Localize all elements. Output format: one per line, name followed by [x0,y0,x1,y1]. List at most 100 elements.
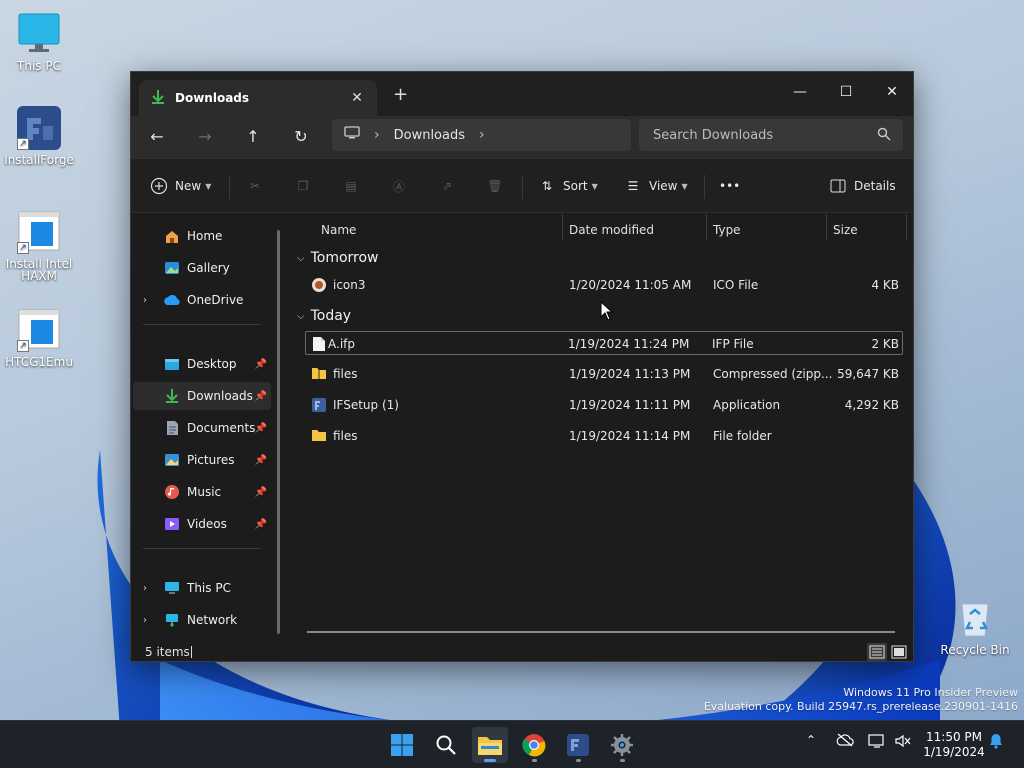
installforge-icon [567,734,589,756]
desktop-icon-htcg1emu[interactable]: ↗ HTCG1Emu [1,308,77,368]
title-bar: Downloads ✕ + — ☐ ✕ [131,72,913,116]
rename-button[interactable]: Ⓐ [389,173,415,199]
minimize-button[interactable]: — [777,78,823,106]
search-button[interactable] [428,727,464,763]
paste-button[interactable]: ▤ [341,173,367,199]
column-divider[interactable] [562,214,563,240]
sidebar-scrollbar[interactable] [277,230,280,634]
taskbar-settings[interactable] [604,727,640,763]
column-header-type[interactable]: Type [713,218,741,242]
desktop-icon-install-intel-haxm[interactable]: ↗ Install Intel HAXM [1,210,77,282]
desktop-icon-this-pc[interactable]: This PC [1,12,77,72]
table-row-files-zip[interactable]: files 1/19/2024 11:13 PM Compressed (zip… [305,362,903,386]
desktop-icon-label: Recycle Bin [940,643,1010,657]
details-pane-button[interactable]: Details [828,173,896,199]
folder-icon [311,428,327,444]
volume-muted-icon[interactable] [894,733,912,752]
pin-icon[interactable]: 📌 [255,455,267,466]
sidebar-item-music[interactable]: Music 📌 [133,478,271,506]
details-label: Details [854,179,896,193]
file-list: Name Date modified Type Size ⌵ Tomorrow … [289,214,913,641]
more-options-button[interactable]: ••• [719,173,740,199]
maximize-button[interactable]: ☐ [823,78,869,106]
desktop-icon-installforge[interactable]: ↗ InstallForge [1,106,77,166]
table-row-ifsetup[interactable]: IFSetup (1) 1/19/2024 11:11 PM Applicati… [305,393,903,417]
pin-icon[interactable]: 📌 [255,359,267,370]
sidebar-item-network[interactable]: › Network [133,606,271,634]
close-button[interactable]: ✕ [869,78,913,106]
taskbar-file-explorer[interactable] [472,727,508,763]
sidebar-item-this-pc[interactable]: › This PC [133,574,271,602]
column-header-date-modified[interactable]: Date modified [569,218,654,242]
taskbar-installforge[interactable] [560,727,596,763]
cloud-offline-icon[interactable] [836,733,854,750]
details-view-button[interactable] [867,643,887,661]
details-view-icon [869,645,885,659]
running-indicator [576,759,581,762]
pin-icon[interactable]: 📌 [255,519,267,530]
sidebar-item-videos[interactable]: Videos 📌 [133,510,271,538]
table-row-icon3[interactable]: icon3 1/20/2024 11:05 AM ICO File 4 KB [305,273,903,297]
chevron-right-icon[interactable]: › [143,583,147,594]
tab-close-button[interactable]: ✕ [345,90,369,106]
file-date: 1/20/2024 11:05 AM [569,278,692,292]
network-status-icon[interactable] [868,733,886,752]
taskbar-chrome[interactable] [516,727,552,763]
show-hidden-icons-button[interactable]: ⌃ [806,733,816,747]
forward-button[interactable]: → [191,125,219,149]
refresh-button[interactable]: ↻ [287,125,315,149]
search-placeholder: Search Downloads [653,127,774,143]
notification-bell-icon[interactable] [988,733,1004,752]
share-button[interactable]: ⇗ [437,173,463,199]
chevron-right-icon[interactable]: › [143,615,147,626]
item-count: 5 items [145,645,190,659]
sidebar-item-onedrive[interactable]: › OneDrive [133,286,271,314]
videos-icon [163,516,181,532]
start-button[interactable] [384,727,420,763]
address-bar[interactable]: › Downloads › [332,119,631,151]
sidebar-item-gallery[interactable]: Gallery [133,254,271,282]
column-divider[interactable] [826,214,827,240]
column-divider[interactable] [906,214,907,240]
copy-button[interactable]: ❐ [293,173,319,199]
new-tab-button[interactable]: + [393,84,408,105]
taskbar-clock[interactable]: 11:50 PM 1/19/2024 [918,730,990,760]
table-row-files-folder[interactable]: files 1/19/2024 11:14 PM File folder [305,424,903,448]
column-header-name[interactable]: Name [321,218,356,242]
evaluation-watermark: Windows 11 Pro Insider Preview Evaluatio… [704,686,1018,714]
pin-icon[interactable]: 📌 [255,423,267,434]
sort-button[interactable]: ⇅ Sort ▼ [537,173,598,199]
pin-icon[interactable]: 📌 [255,391,267,402]
delete-button[interactable]: 🗑 [485,173,511,199]
cut-button[interactable]: ✂ [245,173,271,199]
chevron-right-icon[interactable]: › [143,295,147,306]
sidebar-item-downloads[interactable]: Downloads 📌 [133,382,271,410]
group-header-today[interactable]: ⌵ Today [297,308,351,324]
up-button[interactable]: ↑ [239,125,267,149]
search-box[interactable]: Search Downloads [639,119,903,151]
new-button[interactable]: New ▼ [149,173,211,199]
group-header-tomorrow[interactable]: ⌵ Tomorrow [297,250,379,266]
tab-downloads[interactable]: Downloads ✕ [139,80,377,116]
file-date: 1/19/2024 11:11 PM [569,398,691,412]
tiles-view-button[interactable] [889,643,909,661]
column-divider[interactable] [706,214,707,240]
file-name: files [333,367,358,381]
chevron-right-icon[interactable]: › [479,127,485,143]
copy-icon: ❐ [297,179,309,193]
back-button[interactable]: ← [143,125,171,149]
horizontal-scrollbar[interactable] [307,631,895,633]
sidebar-item-home[interactable]: Home [133,222,271,250]
sidebar-item-documents[interactable]: Documents 📌 [133,414,271,442]
column-header-size[interactable]: Size [833,218,858,242]
search-icon [877,127,891,145]
table-row-a-ifp[interactable]: A.ifp 1/19/2024 11:24 PM IFP File 2 KB [305,331,903,355]
pin-icon[interactable]: 📌 [255,487,267,498]
sidebar-item-label: Gallery [187,261,230,275]
breadcrumb-downloads[interactable]: Downloads [394,128,465,143]
sidebar-item-pictures[interactable]: Pictures 📌 [133,446,271,474]
view-button[interactable]: ☰ View ▼ [623,173,688,199]
sidebar-item-desktop[interactable]: Desktop 📌 [133,350,271,378]
search-icon [436,735,456,755]
desktop-icon-recycle-bin[interactable]: Recycle Bin [937,596,1013,656]
